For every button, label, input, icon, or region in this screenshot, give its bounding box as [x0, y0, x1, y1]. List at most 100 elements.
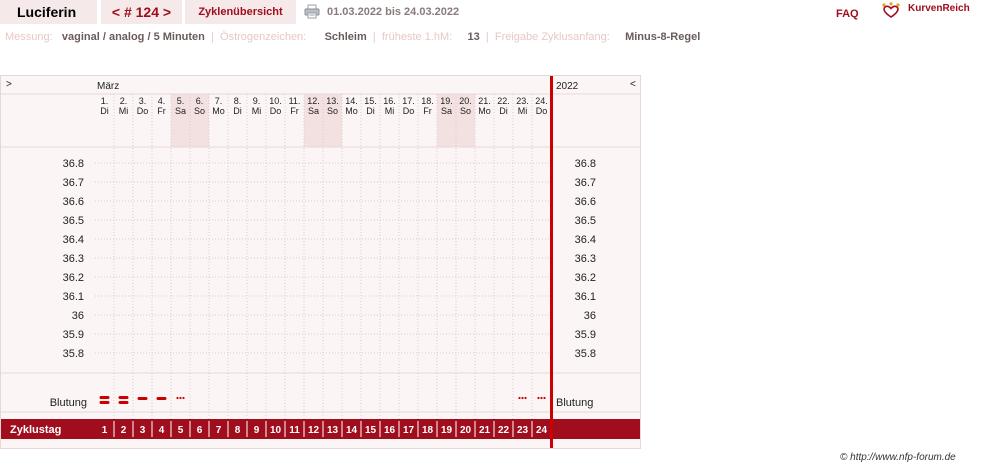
- day-date-label: 8.: [234, 96, 242, 106]
- cycle-day-number: 3: [140, 425, 146, 436]
- day-weekday-label: Do: [137, 106, 149, 116]
- day-weekday-label: Fr: [290, 106, 299, 116]
- bleeding-medium-mark: [156, 397, 167, 400]
- day-weekday-label: Mo: [212, 106, 225, 116]
- day-date-label: 21.: [478, 96, 491, 106]
- day-weekday-label: Di: [499, 106, 508, 116]
- bleeding-label-right: Blutung: [556, 397, 593, 409]
- footer-credit: © http://www.nfp-forum.de: [840, 452, 956, 463]
- chart-canvas: > < März 2022 1.Di2.Mi3.Do4.Fr5.Sa6.So7.…: [1, 76, 640, 448]
- cycle-day-number: 15: [365, 425, 377, 436]
- day-date-label: 14.: [345, 96, 358, 106]
- temperature-tick-left: 36.1: [63, 291, 84, 303]
- cycle-day-number: 17: [403, 425, 415, 436]
- day-weekday-label: Do: [270, 106, 282, 116]
- bleeding-spotting-mark: [521, 396, 524, 400]
- day-date-label: 1.: [101, 96, 109, 106]
- temperature-tick-left: 36.7: [63, 177, 84, 189]
- cycle-day-number: 12: [308, 425, 320, 436]
- temperature-tick-right: 36.1: [575, 291, 596, 303]
- day-weekday-label: Do: [403, 106, 415, 116]
- day-weekday-label: Di: [100, 106, 109, 116]
- day-weekday-label: So: [460, 106, 471, 116]
- cycle-day-number: 4: [159, 425, 165, 436]
- measurement-value: vaginal / analog / 5 Minuten: [61, 31, 205, 43]
- top-bar: Luciferin < # 124 > Zyklenübersicht 01.0…: [0, 0, 981, 24]
- temperature-tick-left: 36.6: [63, 196, 84, 208]
- page: Luciferin < # 124 > Zyklenübersicht 01.0…: [0, 0, 981, 469]
- temperature-tick-right: 35.9: [575, 329, 596, 341]
- temperature-tick-left: 36: [72, 310, 84, 322]
- bleeding-strong-mark: [99, 396, 110, 399]
- day-date-label: 2.: [120, 96, 128, 106]
- day-date-label: 6.: [196, 96, 204, 106]
- bleeding-spotting-mark: [176, 396, 179, 400]
- day-weekday-label: Sa: [441, 106, 452, 116]
- temperature-tick-right: 35.8: [575, 348, 596, 360]
- temperature-tick-right: 36.4: [575, 234, 596, 246]
- day-date-label: 5.: [177, 96, 185, 106]
- cycle-day-number: 2: [121, 425, 127, 436]
- temperature-tick-right: 36: [584, 310, 596, 322]
- cycle-day-number: 14: [346, 425, 358, 436]
- day-weekday-label: Di: [366, 106, 375, 116]
- day-weekday-label: Do: [536, 106, 548, 116]
- cycle-overview-link[interactable]: Zyklenübersicht: [185, 0, 296, 24]
- day-date-label: 3.: [139, 96, 147, 106]
- temperature-tick-right: 36.3: [575, 253, 596, 265]
- day-date-label: 18.: [421, 96, 434, 106]
- day-date-label: 16.: [383, 96, 396, 106]
- month-label: März: [97, 81, 119, 92]
- nav-right-arrow[interactable]: <: [630, 79, 636, 90]
- day-weekday-label: Sa: [175, 106, 186, 116]
- day-weekday-label: Sa: [308, 106, 319, 116]
- day-date-label: 20.: [459, 96, 472, 106]
- bleeding-spotting-mark: [524, 396, 527, 400]
- bleeding-spotting-mark: [543, 396, 546, 400]
- cycle-chart: > < März 2022 1. Di 2. Mi 3. Do 4. Fr 5. Sa 6. So 7.…: [0, 75, 641, 449]
- cycle-day-number: 18: [422, 425, 434, 436]
- temperature-tick-left: 36.3: [63, 253, 84, 265]
- earliest-high-label: früheste 1.hM:: [381, 31, 453, 43]
- day-weekday-label: Mi: [119, 106, 129, 116]
- temperature-tick-right: 36.7: [575, 177, 596, 189]
- bleeding-strong-mark: [118, 401, 129, 404]
- cycle-day-number: 21: [479, 425, 491, 436]
- measurement-label: Messung:: [5, 31, 53, 43]
- cycle-day-number: 1: [102, 425, 108, 436]
- bleeding-medium-mark: [137, 397, 148, 400]
- printer-icon[interactable]: [304, 4, 320, 19]
- day-weekday-label: So: [327, 106, 338, 116]
- cycle-day-number: 23: [517, 425, 529, 436]
- temperature-tick-left: 36.5: [63, 215, 84, 227]
- bleeding-label-left: Blutung: [50, 397, 87, 409]
- day-date-label: 13.: [326, 96, 339, 106]
- brand-name[interactable]: KurvenReich: [908, 2, 970, 16]
- crown-heart-icon: [882, 2, 900, 18]
- nav-left-arrow[interactable]: >: [6, 79, 12, 90]
- bleeding-spotting-mark: [182, 396, 185, 400]
- cycle-day-number: 8: [235, 425, 241, 436]
- cycle-day-number: 9: [254, 425, 260, 436]
- cycle-start-release-label: Freigabe Zyklusanfang:: [494, 31, 610, 43]
- date-range: 01.03.2022 bis 24.03.2022: [327, 6, 460, 18]
- day-weekday-label: Mo: [345, 106, 358, 116]
- cycle-day-number: 5: [178, 425, 184, 436]
- today-marker-line: [550, 76, 553, 448]
- cycle-day-number: 19: [441, 425, 453, 436]
- cycle-day-number: 13: [327, 425, 339, 436]
- day-date-label: 10.: [269, 96, 282, 106]
- day-weekday-label: So: [194, 106, 205, 116]
- day-weekday-label: Mi: [252, 106, 262, 116]
- bleeding-spotting-mark: [537, 396, 540, 400]
- bleeding-strong-mark: [118, 396, 129, 399]
- cycle-day-number: 24: [536, 425, 548, 436]
- faq-link[interactable]: FAQ: [836, 4, 859, 24]
- temperature-tick-left: 36.4: [63, 234, 84, 246]
- day-date-label: 15.: [364, 96, 377, 106]
- day-weekday-label: Fr: [423, 106, 432, 116]
- temperature-tick-left: 36.2: [63, 272, 84, 284]
- temperature-tick-left: 35.8: [63, 348, 84, 360]
- cycle-navigation[interactable]: < # 124 >: [101, 0, 182, 24]
- cycle-day-number: 22: [498, 425, 510, 436]
